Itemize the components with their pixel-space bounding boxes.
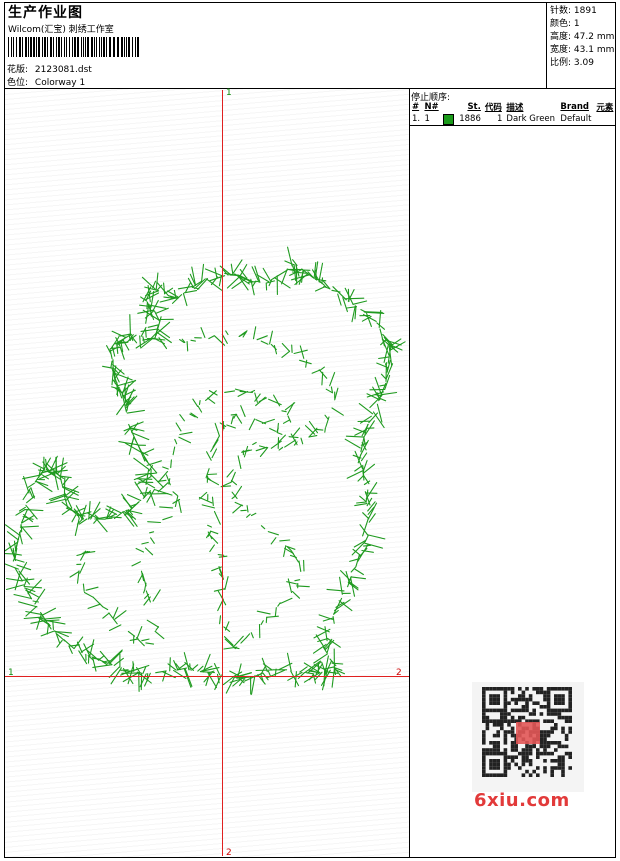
guide-label-top: 1 — [226, 88, 232, 98]
design-row: 花版: 2123081.dst — [7, 62, 92, 75]
row-description: Dark Green — [506, 114, 556, 124]
software-subtitle: Wilcom(汇宝) 刺绣工作室 — [8, 25, 114, 35]
guide-label-right: 2 — [396, 668, 402, 678]
colorway-value: Colorway 1 — [34, 78, 86, 88]
col-brand: Brand — [560, 102, 589, 112]
col-hash: # — [412, 102, 420, 112]
stat-stitches: 针数: 1891 — [550, 6, 597, 16]
row-n: 1 — [424, 114, 430, 124]
guide-label-left: 1 — [8, 668, 14, 678]
stat-scale: 比例: 3.09 — [550, 58, 594, 68]
stat-width: 宽度: 43.1 mm — [550, 45, 615, 55]
page-title: 生产作业图 — [8, 5, 83, 21]
stats-divider — [546, 2, 547, 89]
guide-horizontal — [5, 676, 409, 677]
barcode — [8, 37, 139, 57]
colorway-label: 色位: — [7, 78, 29, 88]
col-stitches: St. — [467, 102, 481, 112]
stop-sequence-table: # N# St. 代码 描述 Brand 元素 1. 1 1886 1 Dark… — [410, 101, 616, 126]
col-n: N# — [424, 102, 439, 112]
row-element — [594, 113, 616, 126]
embroidery-design — [5, 246, 406, 695]
color-swatch — [441, 113, 456, 126]
row-brand: Default — [560, 114, 592, 124]
col-swatch — [441, 101, 456, 113]
row-code: 1 — [497, 114, 503, 124]
qr-code — [472, 682, 584, 792]
col-description: 描述 — [506, 103, 524, 113]
row-stitches: 1886 — [459, 114, 481, 124]
table-row[interactable]: 1. 1 1886 1 Dark Green Default — [410, 113, 616, 126]
stat-height: 高度: 47.2 mm — [550, 32, 615, 42]
guide-label-bottom: 2 — [226, 848, 232, 858]
col-element: 元素 — [596, 103, 614, 113]
design-value: 2123081.dst — [34, 65, 92, 75]
panel-divider — [409, 88, 410, 858]
watermark-text: 6xiu.com — [474, 790, 570, 811]
colorway-row: 色位: Colorway 1 — [7, 75, 85, 88]
guide-vertical — [222, 90, 223, 856]
stat-colors: 颜色: 1 — [550, 19, 580, 29]
stats-panel: 针数: 1891 颜色: 1 高度: 47.2 mm 宽度: 43.1 mm 比… — [550, 5, 614, 70]
col-code: 代码 — [484, 103, 502, 113]
row-index: 1. — [412, 114, 421, 124]
table-header-row: # N# St. 代码 描述 Brand 元素 — [410, 101, 616, 113]
design-label: 花版: — [7, 65, 29, 75]
